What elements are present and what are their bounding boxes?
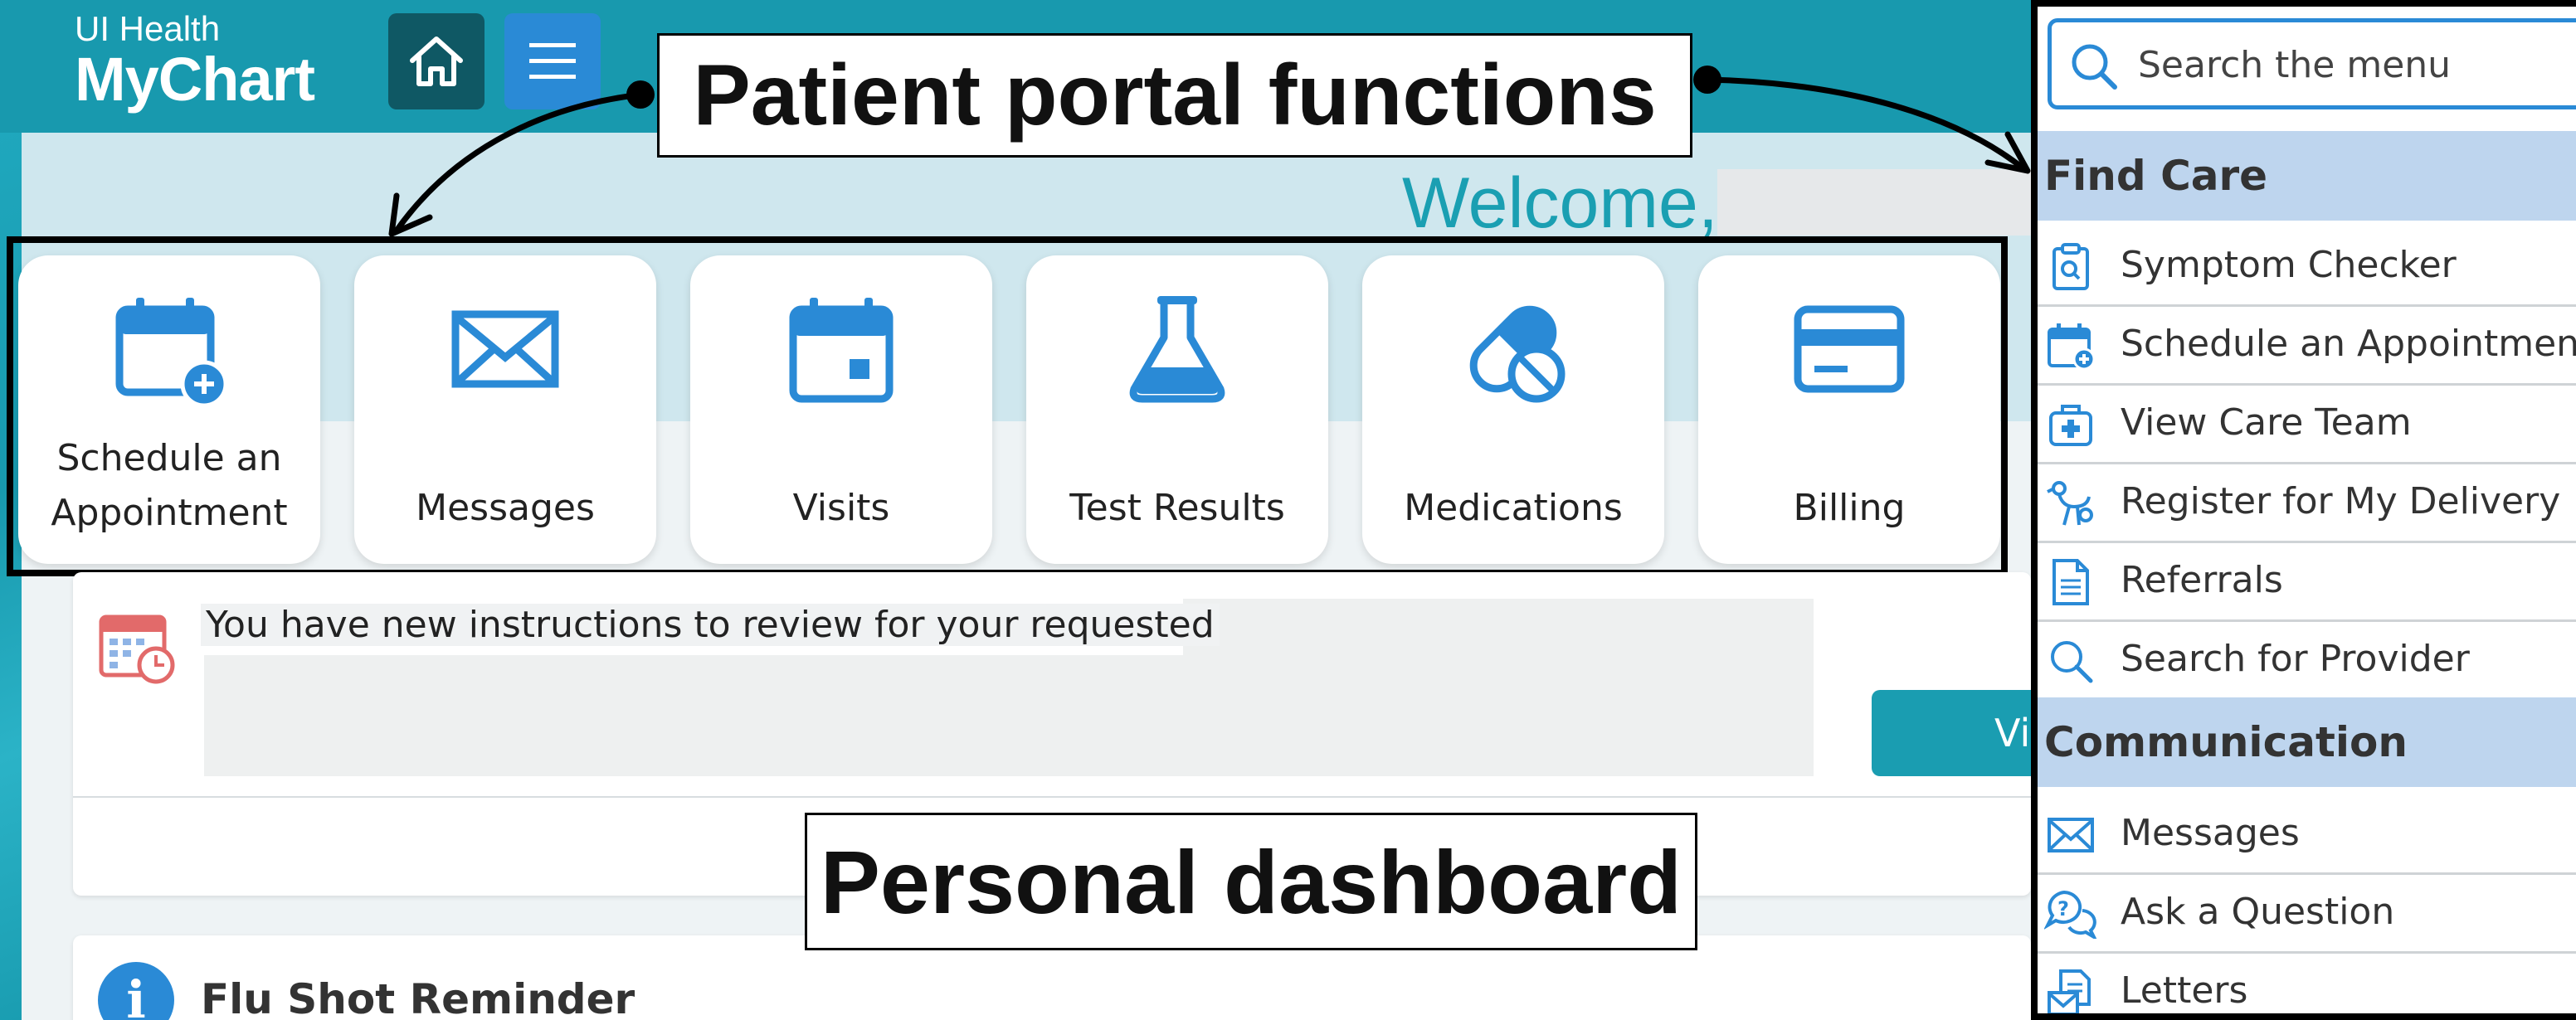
menu-item-label: Register for My Delivery	[2121, 480, 2561, 522]
menu-item-register-delivery[interactable]: Register for My Delivery	[2038, 465, 2576, 543]
menu-section-communication: Communication	[2038, 697, 2576, 787]
menu-section-find-care: Find Care	[2038, 131, 2576, 221]
search-icon	[2072, 44, 2117, 90]
letters-icon	[2048, 969, 2091, 1013]
home-icon	[410, 36, 463, 86]
menu-button[interactable]	[504, 13, 601, 109]
menu-item-label: Referrals	[2121, 559, 2283, 601]
calendar-plus-icon	[2048, 323, 2096, 371]
instructions-text: You have new instructions to review for …	[201, 604, 1220, 646]
redacted-patient-name	[1717, 169, 2031, 236]
menu-search-input[interactable]: Search the menu	[2048, 18, 2576, 109]
stork-icon	[2047, 481, 2093, 526]
portal-functions-highlight-box	[7, 236, 2008, 576]
menu-item-label: Schedule an Appointment	[2121, 323, 2576, 365]
menu-item-label: Ask a Question	[2121, 891, 2395, 933]
menu-item-label: View Care Team	[2121, 401, 2412, 444]
menu-item-schedule-appointment[interactable]: Schedule an Appointment	[2038, 308, 2576, 386]
flu-shot-title[interactable]: Flu Shot Reminder	[201, 975, 635, 1020]
menu-item-label: Search for Provider	[2121, 638, 2470, 680]
svg-text:?: ?	[2057, 897, 2069, 920]
home-button[interactable]	[388, 13, 485, 109]
care-team-icon	[2049, 405, 2092, 446]
annotation-personal-dashboard: Personal dashboard	[805, 813, 1697, 950]
symptom-checker-icon	[2053, 243, 2089, 290]
redacted-text	[204, 655, 1814, 776]
question-bubble-icon: ?	[2044, 890, 2097, 939]
document-icon	[2053, 559, 2089, 605]
hamburger-icon	[529, 43, 576, 79]
menu-item-ask-question[interactable]: ? Ask a Question	[2038, 876, 2576, 954]
navigation-menu-panel: Search the menu Find Care Symptom Checke…	[2031, 0, 2576, 1020]
menu-item-label: Letters	[2121, 969, 2248, 1012]
menu-item-label: Messages	[2121, 812, 2300, 854]
menu-item-view-care-team[interactable]: View Care Team	[2038, 386, 2576, 464]
search-icon	[2051, 641, 2093, 683]
calendar-clock-icon	[98, 607, 176, 688]
redacted-text	[1183, 599, 1814, 657]
envelope-icon	[2048, 818, 2094, 852]
menu-item-referrals[interactable]: Referrals	[2038, 544, 2576, 622]
menu-item-search-provider[interactable]: Search for Provider	[2038, 623, 2576, 701]
mychart-logo[interactable]: UI Health MyChart	[75, 9, 315, 114]
menu-item-messages[interactable]: Messages	[2038, 797, 2576, 875]
search-placeholder: Search the menu	[2138, 44, 2452, 86]
logo-main-text: MyChart	[75, 45, 315, 114]
card-divider	[73, 796, 2031, 798]
logo-top-text: UI Health	[75, 9, 221, 48]
menu-item-letters[interactable]: Letters	[2038, 954, 2576, 1013]
menu-item-label: Symptom Checker	[2121, 244, 2457, 286]
view-instructions-button[interactable]: Vi	[1872, 690, 2031, 776]
welcome-heading: Welcome,	[1402, 163, 1718, 243]
annotation-portal-functions: Patient portal functions	[657, 33, 1692, 158]
menu-item-symptom-checker[interactable]: Symptom Checker	[2038, 229, 2576, 307]
